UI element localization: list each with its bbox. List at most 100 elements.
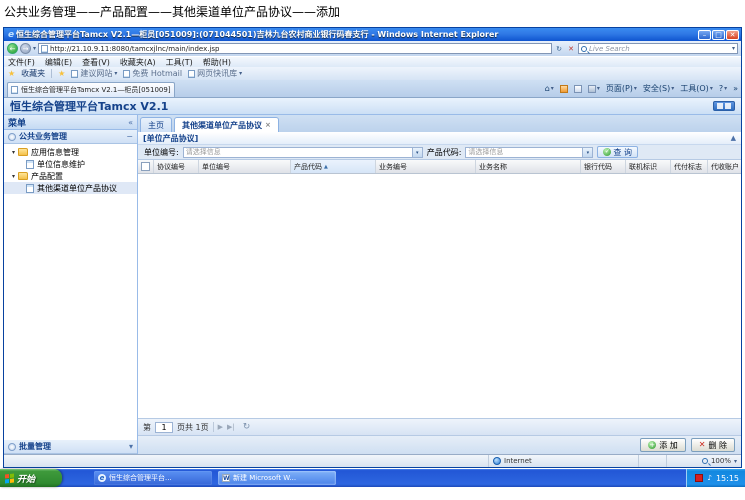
combobox-trigger-icon[interactable]: ▾ <box>582 147 593 157</box>
tree-node-product-config[interactable]: ▾ 产品配置 <box>4 170 137 182</box>
search-dropdown-icon[interactable]: ▾ <box>732 45 735 52</box>
menu-favorites[interactable]: 收藏夹(A) <box>120 57 156 68</box>
expand-icon[interactable]: ▾ <box>129 442 133 451</box>
checkbox[interactable] <box>141 162 150 171</box>
home-button[interactable]: ⌂ ▾ <box>545 84 554 93</box>
stop-button[interactable]: ✕ <box>566 45 576 53</box>
read-mail-icon[interactable] <box>573 84 582 93</box>
search-input[interactable]: Live Search ▾ <box>578 43 738 54</box>
menu-edit[interactable]: 编辑(E) <box>45 57 72 68</box>
close-button[interactable]: ✕ <box>726 29 739 40</box>
column-collect-account[interactable]: 代收账户 <box>708 160 741 173</box>
grid-body-empty[interactable] <box>138 174 741 418</box>
page-number-input[interactable] <box>155 421 173 433</box>
sidebar: 菜单 « 公共业务管理 − ▾ 应用信息管理 单位信息维护 ▾ 产品配置 其他渠… <box>4 115 138 454</box>
document-icon <box>26 159 34 169</box>
column-online-flag[interactable]: 联机标识 <box>626 160 671 173</box>
panel-collapse-icon[interactable]: ▲ <box>731 134 736 142</box>
page-icon <box>123 69 131 78</box>
collapse-icon[interactable]: − <box>126 132 133 141</box>
chevron-down-icon[interactable]: ▾ <box>734 458 737 465</box>
column-business-name[interactable]: 业务名称 <box>476 160 581 173</box>
task-label: 恒生综合管理平台... <box>109 474 172 482</box>
taskbar-item-portal[interactable]: e 恒生综合管理平台... <box>94 471 212 485</box>
taskbar-item-word[interactable]: W 新建 Microsoft W... <box>218 471 336 485</box>
column-label: 代收账户 <box>711 162 739 171</box>
add-favorite-icon[interactable]: ★ <box>58 69 65 78</box>
menu-tools[interactable]: 工具(T) <box>166 57 193 68</box>
column-protocol-no[interactable]: 协议编号 <box>154 160 199 173</box>
antivirus-tray-icon[interactable] <box>695 474 704 482</box>
volume-icon[interactable]: ♪ <box>707 474 711 482</box>
tree-expand-icon[interactable]: ▾ <box>12 173 15 180</box>
last-page-icon[interactable]: ▶| <box>227 423 235 431</box>
favorites-item-label: 免费 Hotmail <box>132 69 183 78</box>
forward-button[interactable]: → <box>20 43 31 54</box>
tab-other-channel-protocol[interactable]: 其他渠道单位产品协议 × <box>174 117 279 132</box>
column-unit-no[interactable]: 单位编号 <box>199 160 291 173</box>
more-commands-button[interactable]: » <box>733 84 738 93</box>
column-pay-flag[interactable]: 代付标志 <box>671 160 708 173</box>
print-button[interactable]: ▾ <box>587 84 600 93</box>
portal-header-tools[interactable] <box>713 101 735 111</box>
tools-menu-button[interactable]: 工具(O) ▾ <box>680 83 713 94</box>
refresh-button[interactable]: ↻ <box>554 45 564 53</box>
accordion-group-public-business[interactable]: 公共业务管理 − <box>4 130 137 144</box>
chevron-down-icon: ▾ <box>671 85 675 92</box>
accordion-group-batch[interactable]: 批量管理 ▾ <box>4 440 137 454</box>
column-product-code[interactable]: 产品代码 ▲ <box>291 160 376 173</box>
start-button[interactable]: 开始 <box>0 469 62 487</box>
status-bar: Internet 100% ▾ <box>4 454 741 467</box>
browser-tab[interactable]: 恒生综合管理平台Tamcx V2.1—柜员[051009] <box>7 82 175 97</box>
combobox-trigger-icon[interactable]: ▾ <box>411 147 422 157</box>
menu-view[interactable]: 查看(V) <box>82 57 110 68</box>
column-business-no[interactable]: 业务编号 <box>376 160 476 173</box>
window-title: 恒生综合管理平台Tamcx V2.1—柜员[051009]:(071044501… <box>16 30 499 39</box>
select-all-column[interactable] <box>138 160 154 173</box>
product-code-combobox[interactable]: 请选择信息 ▾ <box>465 146 594 158</box>
favorites-item-webslices[interactable]: 网页快讯库 ▾ <box>188 68 242 79</box>
tree-expand-icon[interactable]: ▾ <box>12 149 15 156</box>
page-menu-button[interactable]: 页面(P) ▾ <box>606 83 637 94</box>
grid-header: 协议编号 单位编号 产品代码 ▲ 业务编号 业务名称 银行代码 联机标识 代付标志… <box>138 160 741 174</box>
tree-node-other-channel-protocol[interactable]: 其他渠道单位产品协议 <box>4 182 137 194</box>
column-bank-code[interactable]: 银行代码 <box>581 160 626 173</box>
tree-node-unit-info[interactable]: 单位信息维护 <box>4 158 137 170</box>
address-input[interactable]: http://21.10.9.11:8080/tamcxjlnc/main/in… <box>38 43 552 54</box>
feeds-icon[interactable] <box>559 84 568 93</box>
portal-header: 恒生综合管理平台Tamcx V2.1 <box>4 98 741 115</box>
minimize-button[interactable]: – <box>698 29 711 40</box>
tab-close-icon[interactable]: × <box>265 121 271 129</box>
folder-icon <box>18 148 29 156</box>
tab-home[interactable]: 主页 <box>140 117 172 132</box>
title-bar[interactable]: e 恒生综合管理平台Tamcx V2.1—柜员[051009]:(0710445… <box>4 28 741 41</box>
zoom-control[interactable]: 100% ▾ <box>667 455 741 467</box>
tree-node-app-info[interactable]: ▾ 应用信息管理 <box>4 146 137 158</box>
column-label: 银行代码 <box>584 162 612 171</box>
favorites-item-hotmail[interactable]: 免费 Hotmail <box>123 68 182 79</box>
maximize-button[interactable]: □ <box>712 29 725 40</box>
search-form: 单位编号: 请选择信息 ▾ 产品代码: 请选择信息 ▾ ✓ 查 询 <box>138 145 741 160</box>
refresh-grid-icon[interactable]: ↻ <box>243 422 251 432</box>
query-button[interactable]: ✓ 查 询 <box>597 146 638 158</box>
favorites-item-suggested-sites[interactable]: 建议网站 ▾ <box>71 68 117 79</box>
next-page-icon[interactable]: ▶ <box>218 423 223 431</box>
sidebar-collapse-icon[interactable]: « <box>128 118 133 127</box>
safety-menu-button[interactable]: 安全(S) ▾ <box>643 83 674 94</box>
menu-help[interactable]: 帮助(H) <box>203 57 231 68</box>
group-label: 公共业务管理 <box>19 132 67 141</box>
delete-button-label: 删 除 <box>708 440 727 450</box>
history-dropdown-icon[interactable]: ▾ <box>33 45 36 52</box>
add-button[interactable]: + 添 加 <box>640 438 686 452</box>
chevron-more-icon: » <box>733 84 738 93</box>
help-button[interactable]: ? ▾ <box>719 84 727 93</box>
delete-button[interactable]: ✕ 删 除 <box>690 438 735 452</box>
column-label: 业务名称 <box>479 162 507 171</box>
search-icon <box>581 45 587 52</box>
column-label: 协议编号 <box>157 162 185 171</box>
unit-code-combobox[interactable]: 请选择信息 ▾ <box>182 146 423 158</box>
menu-file[interactable]: 文件(F) <box>8 57 35 68</box>
column-label: 联机标识 <box>629 162 657 171</box>
favorites-button[interactable]: 收藏夹 <box>21 68 45 79</box>
back-button[interactable]: ← <box>7 43 18 54</box>
